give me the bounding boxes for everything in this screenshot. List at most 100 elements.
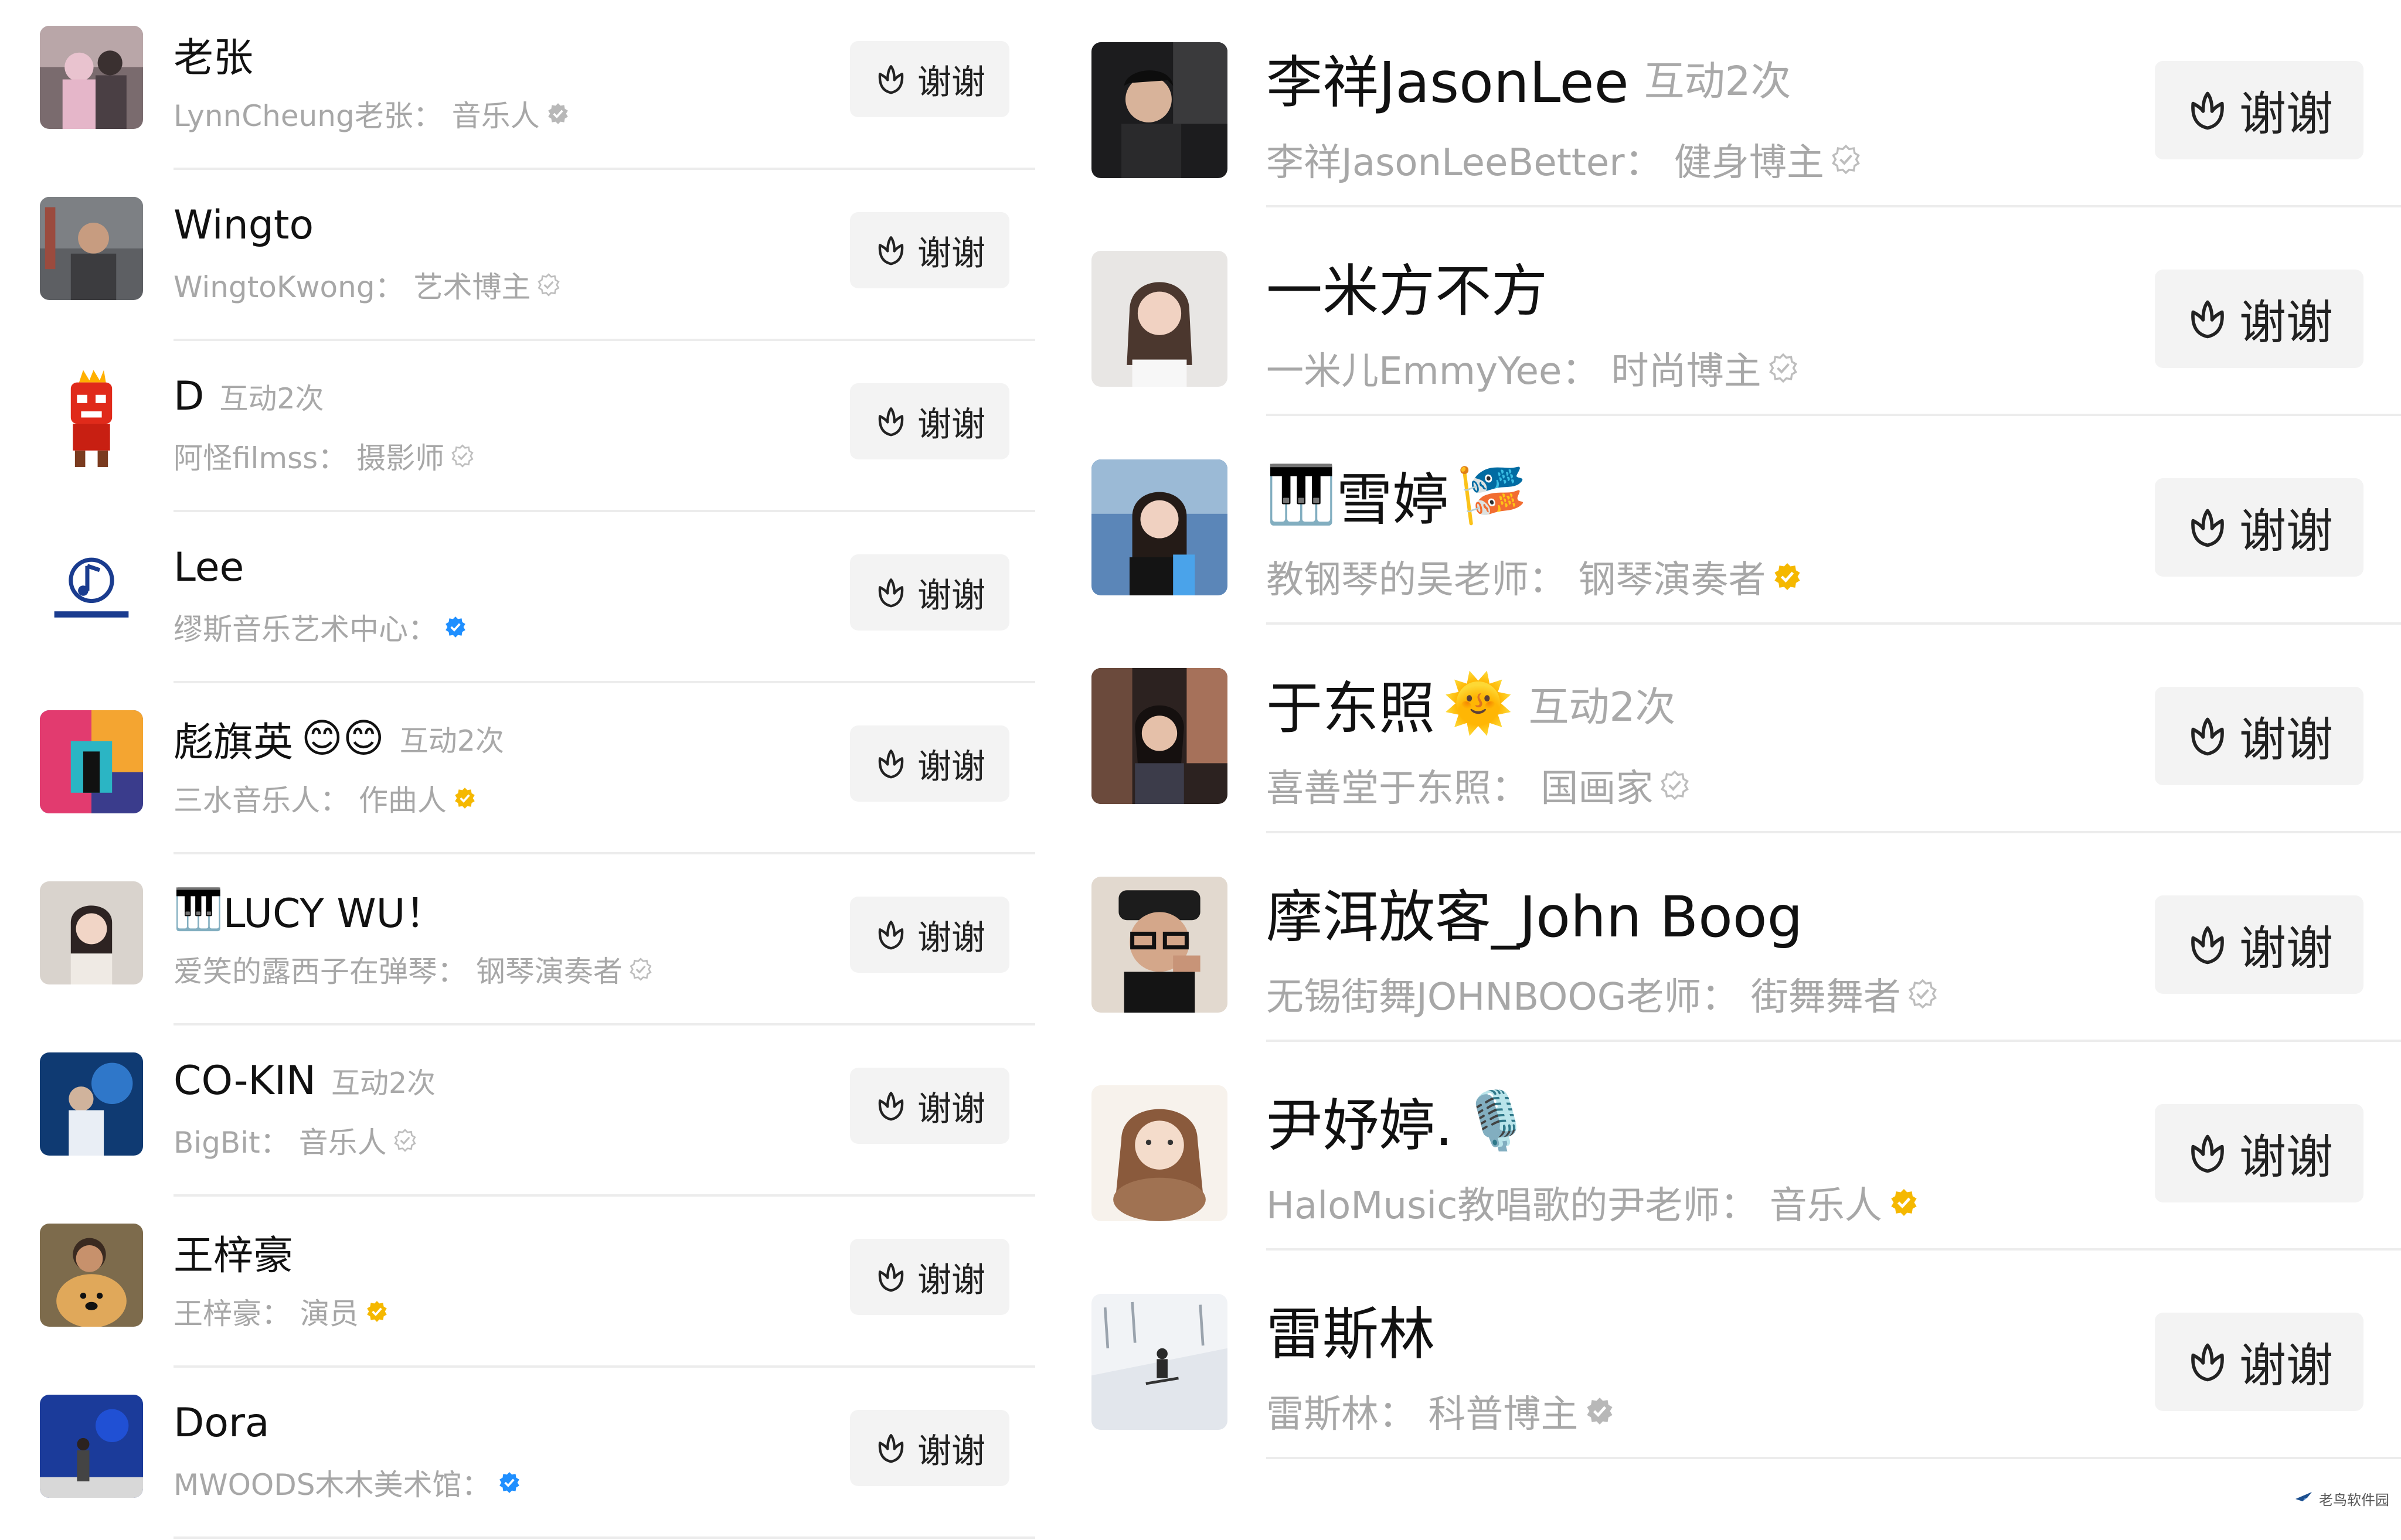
avatar[interactable] bbox=[40, 710, 143, 813]
subtitle-text: 喜善堂于东照： 国画家 bbox=[1266, 758, 1653, 812]
row-divider bbox=[174, 1023, 1035, 1025]
thanks-button[interactable]: 谢谢 bbox=[850, 897, 1009, 973]
user-name-line[interactable]: D 互动2次 bbox=[174, 370, 324, 422]
user-name[interactable]: 于东照 bbox=[1266, 663, 1435, 744]
user-name-line[interactable]: 雷斯林 bbox=[1266, 1293, 1435, 1366]
user-name-line[interactable]: 老张 bbox=[174, 28, 253, 80]
thanks-label: 谢谢 bbox=[917, 910, 985, 959]
thanks-button[interactable]: 谢谢 bbox=[850, 725, 1009, 802]
thanks-button[interactable]: 谢谢 bbox=[2155, 895, 2363, 994]
list-item[interactable]: CO-KIN互动2次BigBit： 音乐人谢谢 bbox=[0, 1027, 1043, 1198]
user-name[interactable]: 彪旗英 bbox=[174, 710, 293, 768]
list-item[interactable]: 李祥JasonLee互动2次李祥JasonLeeBetter： 健身博主 谢谢 bbox=[1067, 0, 2401, 209]
verified-badge-icon bbox=[1584, 1395, 1616, 1427]
thanks-button[interactable]: 谢谢 bbox=[850, 41, 1009, 117]
list-item[interactable]: Lee缪斯音乐艺术中心：谢谢 bbox=[0, 513, 1043, 684]
verified-badge-icon bbox=[1771, 561, 1803, 592]
thanks-button[interactable]: 谢谢 bbox=[2155, 1104, 2363, 1202]
thanks-button[interactable]: 谢谢 bbox=[850, 1239, 1009, 1315]
flower-icon bbox=[874, 1431, 908, 1465]
user-name[interactable]: 老张 bbox=[174, 25, 253, 83]
list-item[interactable]: 雷斯林雷斯林： 科普博主谢谢 bbox=[1067, 1252, 2401, 1460]
avatar[interactable] bbox=[40, 539, 143, 642]
user-name-line[interactable]: 🎹LUCY WU！ bbox=[174, 884, 445, 935]
list-item[interactable]: 🎹LUCY WU！爱笑的露西子在弹琴： 钢琴演奏者谢谢 bbox=[0, 856, 1043, 1027]
avatar[interactable] bbox=[40, 1224, 143, 1327]
interaction-count: 互动2次 bbox=[219, 376, 324, 417]
user-name[interactable]: 尹妤婷. bbox=[1266, 1080, 1453, 1161]
avatar[interactable] bbox=[40, 881, 143, 984]
avatar[interactable] bbox=[1091, 1085, 1227, 1221]
thanks-button[interactable]: 谢谢 bbox=[850, 1410, 1009, 1486]
user-name-line[interactable]: 一米方不方 bbox=[1266, 250, 1548, 323]
thanks-button[interactable]: 谢谢 bbox=[2155, 478, 2363, 577]
user-name[interactable]: 王梓豪 bbox=[174, 1223, 293, 1281]
verified-badge-icon bbox=[450, 444, 475, 468]
avatar[interactable] bbox=[40, 197, 143, 300]
list-item[interactable]: DoraMWOODS木木美术馆：谢谢 bbox=[0, 1369, 1043, 1540]
user-name-line[interactable]: 于东照🌞互动2次 bbox=[1266, 667, 1675, 740]
list-item[interactable]: 彪旗英😊😊互动2次三水音乐人： 作曲人谢谢 bbox=[0, 684, 1043, 856]
user-name[interactable]: 一米方不方 bbox=[1266, 246, 1548, 327]
list-item[interactable]: 🎹雪婷🎏教钢琴的吴老师： 钢琴演奏者谢谢 bbox=[1067, 417, 2401, 626]
thanks-label: 谢谢 bbox=[917, 1081, 985, 1130]
user-name-line[interactable]: Dora bbox=[174, 1397, 270, 1449]
user-name[interactable]: 摩洱放客_John Boog bbox=[1266, 871, 1803, 953]
thanks-button[interactable]: 谢谢 bbox=[2155, 1313, 2363, 1411]
list-item[interactable]: 王梓豪王梓豪： 演员谢谢 bbox=[0, 1198, 1043, 1369]
list-item[interactable]: 老张LynnCheung老张： 音乐人谢谢 bbox=[0, 0, 1043, 171]
user-name-line[interactable]: 李祥JasonLee互动2次 bbox=[1266, 41, 1791, 114]
avatar[interactable] bbox=[1091, 251, 1227, 387]
user-name-line[interactable]: 彪旗英😊😊互动2次 bbox=[174, 713, 504, 764]
user-name-line[interactable]: 🎹雪婷🎏 bbox=[1266, 458, 1527, 531]
thanks-button[interactable]: 谢谢 bbox=[850, 1068, 1009, 1144]
list-item[interactable]: 尹妤婷.🎙️HaloMusic教唱歌的尹老师： 音乐人谢谢 bbox=[1067, 1043, 2401, 1252]
user-subtitle: 李祥JasonLeeBetter： 健身博主 bbox=[1266, 132, 1862, 186]
thanks-button[interactable]: 谢谢 bbox=[850, 554, 1009, 631]
thanks-label: 谢谢 bbox=[917, 54, 985, 104]
list-item[interactable]: D 互动2次阿怪filmss： 摄影师 谢谢 bbox=[0, 342, 1043, 513]
user-name-line[interactable]: CO-KIN互动2次 bbox=[174, 1055, 436, 1106]
verified-badge-icon bbox=[453, 786, 477, 810]
thanks-button[interactable]: 谢谢 bbox=[2155, 61, 2363, 159]
user-name-line[interactable]: Wingto bbox=[174, 199, 314, 251]
row-divider bbox=[174, 852, 1035, 854]
avatar[interactable] bbox=[1091, 668, 1227, 804]
user-name[interactable]: 李祥JasonLee bbox=[1266, 37, 1629, 118]
user-name-line[interactable]: Lee bbox=[174, 541, 244, 593]
avatar[interactable] bbox=[1091, 877, 1227, 1013]
row-divider bbox=[174, 1365, 1035, 1368]
user-name[interactable]: Wingto bbox=[174, 202, 314, 248]
thanks-label: 谢谢 bbox=[917, 739, 985, 788]
user-name[interactable]: 雪婷 bbox=[1336, 454, 1449, 536]
avatar[interactable] bbox=[1091, 1294, 1227, 1430]
user-name[interactable]: Dora bbox=[174, 1400, 270, 1446]
avatar[interactable] bbox=[40, 1052, 143, 1156]
avatar[interactable] bbox=[1091, 42, 1227, 178]
user-name[interactable]: LUCY WU！ bbox=[223, 881, 445, 939]
thanks-button[interactable]: 谢谢 bbox=[2155, 687, 2363, 785]
list-item[interactable]: 一米方不方一米儿EmmyYee： 时尚博主谢谢 bbox=[1067, 209, 2401, 417]
verified-badge-icon bbox=[1888, 1187, 1920, 1218]
flower-icon bbox=[2185, 88, 2230, 132]
user-name[interactable]: CO-KIN bbox=[174, 1058, 316, 1104]
thanks-label: 谢谢 bbox=[2239, 285, 2333, 353]
avatar[interactable] bbox=[40, 26, 143, 129]
user-name-line[interactable]: 王梓豪 bbox=[174, 1226, 293, 1277]
avatar[interactable] bbox=[40, 1395, 143, 1498]
user-name-line[interactable]: 尹妤婷.🎙️ bbox=[1266, 1084, 1531, 1157]
user-name[interactable]: 雷斯林 bbox=[1266, 1289, 1435, 1370]
thanks-button[interactable]: 谢谢 bbox=[2155, 270, 2363, 368]
user-name[interactable]: D bbox=[174, 373, 204, 420]
thanks-button[interactable]: 谢谢 bbox=[850, 212, 1009, 288]
list-item[interactable]: 摩洱放客_John Boog无锡街舞JOHNBOOG老师： 街舞舞者谢谢 bbox=[1067, 834, 2401, 1043]
user-name[interactable]: Lee bbox=[174, 544, 244, 591]
user-name-line[interactable]: 摩洱放客_John Boog bbox=[1266, 875, 1803, 949]
user-subtitle: 阿怪filmss： 摄影师 bbox=[174, 435, 475, 477]
avatar[interactable] bbox=[40, 368, 143, 471]
list-item[interactable]: WingtoWingtoKwong： 艺术博主谢谢 bbox=[0, 171, 1043, 342]
avatar[interactable] bbox=[1091, 459, 1227, 595]
verified-badge-icon bbox=[546, 101, 570, 126]
list-item[interactable]: 于东照🌞互动2次喜善堂于东照： 国画家 谢谢 bbox=[1067, 626, 2401, 834]
thanks-button[interactable]: 谢谢 bbox=[850, 383, 1009, 459]
